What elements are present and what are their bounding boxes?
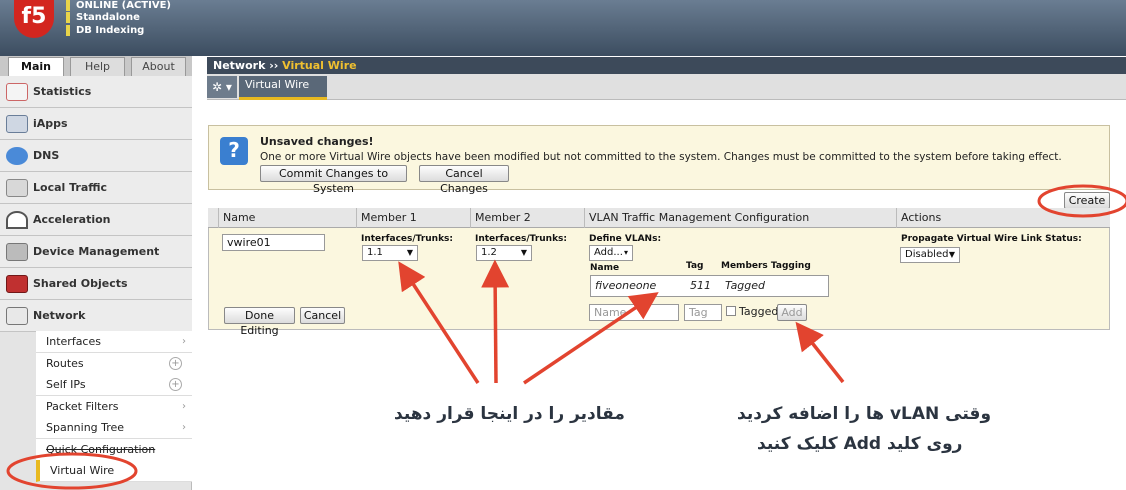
arrow-vlan bbox=[523, 292, 659, 385]
arrow-member1 bbox=[398, 261, 480, 384]
arrow-member2 bbox=[481, 259, 510, 384]
virtual-wire-highlight-circle bbox=[6, 452, 138, 490]
annotation-right-1: وقتی vLAN ها را اضافه کردید bbox=[737, 404, 992, 424]
create-highlight-circle bbox=[1037, 184, 1126, 218]
annotation-left: مقادیر را در اینجا قرار دهید bbox=[394, 404, 625, 424]
arrow-add bbox=[795, 321, 845, 384]
annotation-right-2: روی کلید Add کلیک کنید bbox=[757, 434, 963, 454]
